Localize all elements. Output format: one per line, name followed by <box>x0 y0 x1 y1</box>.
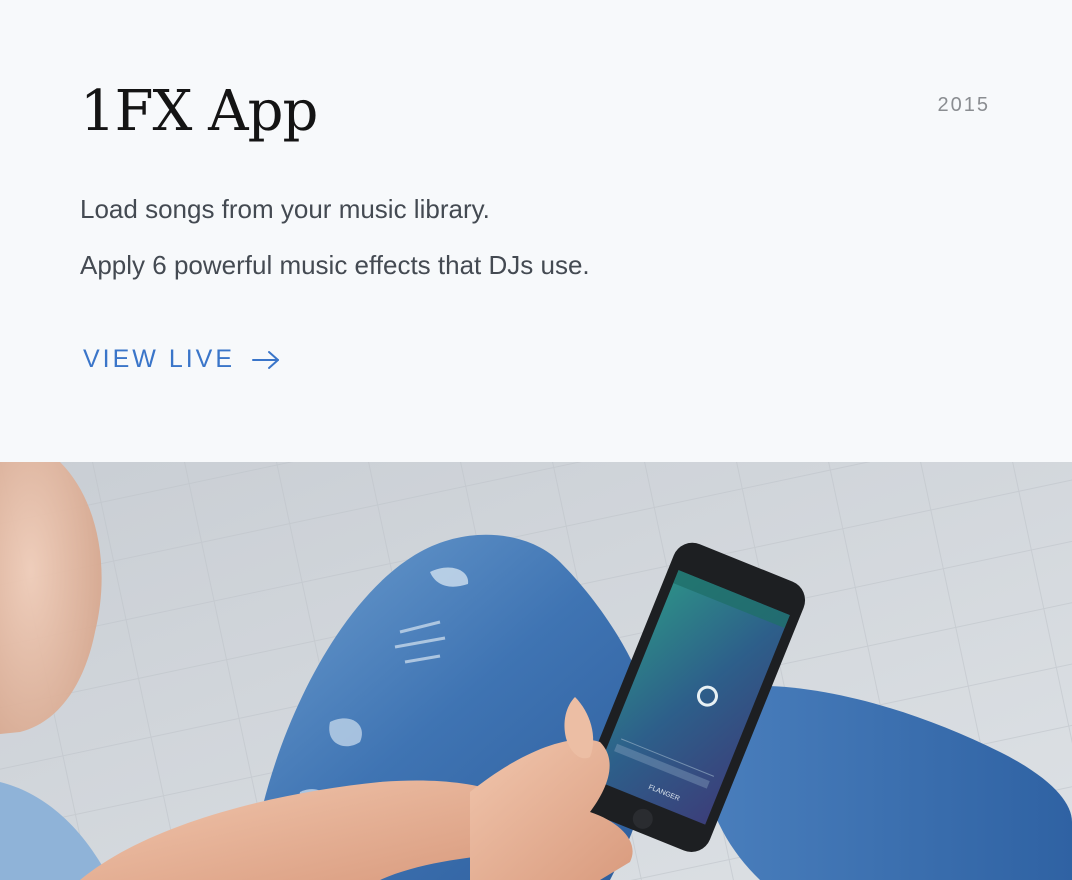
project-title: 1FX App <box>80 79 318 144</box>
project-card: 1FX App 2015 Load songs from your music … <box>0 0 1072 880</box>
hero-photo: FLANGER <box>0 462 1072 880</box>
project-year: 2015 <box>937 94 990 116</box>
person-holding-phone-icon: FLANGER <box>0 462 1072 880</box>
view-live-label: VIEW LIVE <box>83 345 236 373</box>
arrow-right-icon <box>252 350 280 369</box>
view-live-link[interactable]: VIEW LIVE <box>83 345 281 374</box>
project-description-line-1: Load songs from your music library. <box>80 194 490 224</box>
project-description-line-2: Apply 6 powerful music effects that DJs … <box>80 250 590 280</box>
project-info: 1FX App 2015 Load songs from your music … <box>0 0 1072 462</box>
